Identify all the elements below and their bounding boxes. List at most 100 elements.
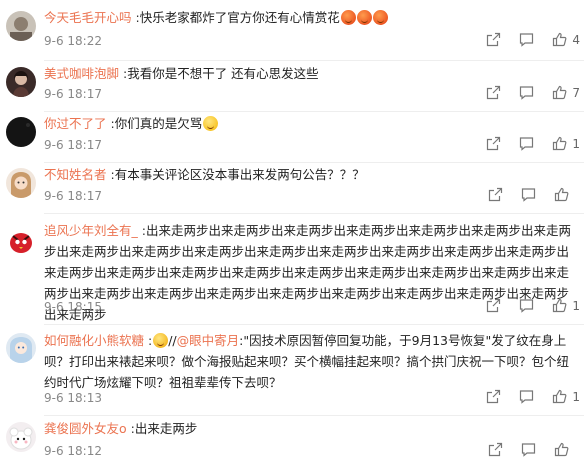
share-button[interactable] bbox=[486, 389, 501, 404]
comment-icon bbox=[520, 137, 534, 151]
avatar[interactable] bbox=[6, 333, 36, 363]
angry-emoji-icon bbox=[340, 10, 356, 25]
comment-separator: : bbox=[137, 223, 146, 238]
like-button[interactable]: 1 bbox=[552, 298, 580, 313]
angry-emoji-icon bbox=[356, 10, 372, 25]
like-count: 1 bbox=[572, 298, 580, 313]
comment-text: 今天毛毛开心吗 :快乐老家都炸了官方你还有心情赏花 bbox=[44, 7, 578, 28]
smile-emoji-icon bbox=[203, 116, 219, 131]
share-icon bbox=[488, 187, 503, 202]
comment-separator: : bbox=[119, 66, 128, 81]
comment-username[interactable]: 龚俊圆外女友o bbox=[44, 421, 127, 436]
comment-username[interactable]: 追风少年刘全有_ bbox=[44, 223, 138, 238]
comment-icon bbox=[521, 188, 536, 202]
share-icon bbox=[487, 136, 501, 151]
avatar[interactable] bbox=[6, 168, 36, 198]
avatar[interactable] bbox=[6, 67, 36, 97]
comment-separator: : bbox=[106, 167, 115, 182]
comment-time: 9-6 18:17 bbox=[44, 138, 102, 152]
share-icon bbox=[487, 85, 501, 100]
comment-body: 快乐老家都炸了官方你还有心情赏花 bbox=[139, 10, 340, 25]
avatar[interactable] bbox=[6, 11, 36, 41]
comment-actions: 1 bbox=[468, 136, 580, 151]
comment-actions: 1 bbox=[468, 389, 580, 404]
thumbs-up-icon bbox=[553, 32, 567, 47]
comment-body: 出来走两步 bbox=[134, 421, 198, 436]
comment-body: 你们真的是欠骂 bbox=[114, 116, 203, 131]
share-button[interactable] bbox=[486, 85, 501, 100]
like-count: 4 bbox=[572, 32, 580, 47]
comment-actions: 4 bbox=[468, 32, 580, 47]
like-count: 1 bbox=[572, 136, 580, 151]
comment-username[interactable]: 你过不了了 bbox=[44, 116, 107, 131]
divider bbox=[44, 324, 584, 325]
comment-time: 9-6 18:13 bbox=[44, 391, 102, 405]
thumbs-up-icon bbox=[553, 85, 567, 100]
comment-button[interactable] bbox=[519, 32, 534, 47]
comment-time: 9-6 18:12 bbox=[44, 444, 102, 458]
share-button[interactable] bbox=[486, 298, 501, 313]
comment-username[interactable]: 美式咖啡泡脚 bbox=[44, 66, 119, 81]
share-button[interactable] bbox=[488, 442, 503, 457]
comment-separator: : bbox=[144, 333, 153, 348]
grin-emoji-icon bbox=[153, 333, 169, 348]
comment-icon bbox=[521, 443, 536, 457]
comment-icon bbox=[520, 33, 534, 47]
divider bbox=[44, 60, 584, 61]
share-icon bbox=[487, 32, 501, 47]
thumbs-up-icon bbox=[554, 442, 569, 457]
comment-actions bbox=[470, 187, 580, 202]
comment-button[interactable] bbox=[519, 389, 534, 404]
avatar[interactable] bbox=[6, 422, 36, 452]
comment-icon bbox=[520, 390, 534, 404]
comment-button[interactable] bbox=[521, 442, 536, 457]
repost-prefix: // bbox=[168, 333, 177, 348]
avatar[interactable] bbox=[6, 117, 36, 147]
share-button[interactable] bbox=[486, 136, 501, 151]
comment-username[interactable]: 不知姓名者 bbox=[44, 167, 107, 182]
comment-body: 我看你是不想干了 还有心思发这些 bbox=[127, 66, 319, 81]
like-button[interactable] bbox=[554, 442, 580, 457]
thumbs-up-icon bbox=[553, 298, 567, 313]
share-button[interactable] bbox=[486, 32, 501, 47]
comment-separator: : bbox=[126, 421, 135, 436]
share-icon bbox=[487, 389, 501, 404]
thumbs-up-icon bbox=[554, 187, 569, 202]
comment-button[interactable] bbox=[519, 136, 534, 151]
divider bbox=[44, 162, 584, 163]
comment-body: 有本事关评论区没本事出来发两句公告？？？ bbox=[114, 167, 365, 182]
like-button[interactable] bbox=[554, 187, 580, 202]
divider bbox=[44, 111, 584, 112]
comment-username[interactable]: 如何融化小熊软糖 bbox=[44, 333, 144, 348]
divider bbox=[44, 213, 584, 214]
comment-actions bbox=[470, 442, 580, 457]
comment-text: 不知姓名者 :有本事关评论区没本事出来发两句公告？？？ bbox=[44, 164, 578, 185]
comment-icon bbox=[520, 86, 534, 100]
like-count: 1 bbox=[572, 389, 580, 404]
comment-text: 如何融化小熊软糖 ://@眼中寄月:"因技术原因暂停回复功能，于9月13号恢复"… bbox=[44, 330, 578, 393]
mention-link[interactable]: @眼中寄月 bbox=[177, 333, 240, 348]
comment-button[interactable] bbox=[519, 298, 534, 313]
like-button[interactable]: 4 bbox=[552, 32, 580, 47]
angry-emoji-icon bbox=[372, 10, 388, 25]
comment-text: 你过不了了 :你们真的是欠骂 bbox=[44, 113, 578, 134]
comment-time: 9-6 18:22 bbox=[44, 34, 102, 48]
comment-text: 龚俊圆外女友o :出来走两步 bbox=[44, 418, 578, 439]
comment-actions: 7 bbox=[468, 85, 580, 100]
comment-icon bbox=[520, 299, 534, 313]
avatar[interactable] bbox=[6, 226, 36, 256]
comment-separator: : bbox=[106, 116, 115, 131]
comment-separator: : bbox=[131, 10, 140, 25]
share-button[interactable] bbox=[488, 187, 503, 202]
thumbs-up-icon bbox=[553, 389, 567, 404]
comment-button[interactable] bbox=[519, 85, 534, 100]
like-button[interactable]: 1 bbox=[552, 136, 580, 151]
like-button[interactable]: 1 bbox=[552, 389, 580, 404]
comment-button[interactable] bbox=[521, 187, 536, 202]
comment-username[interactable]: 今天毛毛开心吗 bbox=[44, 10, 132, 25]
comment-text: 美式咖啡泡脚 :我看你是不想干了 还有心思发这些 bbox=[44, 63, 578, 84]
thumbs-up-icon bbox=[553, 136, 567, 151]
comment-time: 9-6 18:15 bbox=[44, 300, 102, 314]
like-button[interactable]: 7 bbox=[552, 85, 580, 100]
comment-time: 9-6 18:17 bbox=[44, 189, 102, 203]
